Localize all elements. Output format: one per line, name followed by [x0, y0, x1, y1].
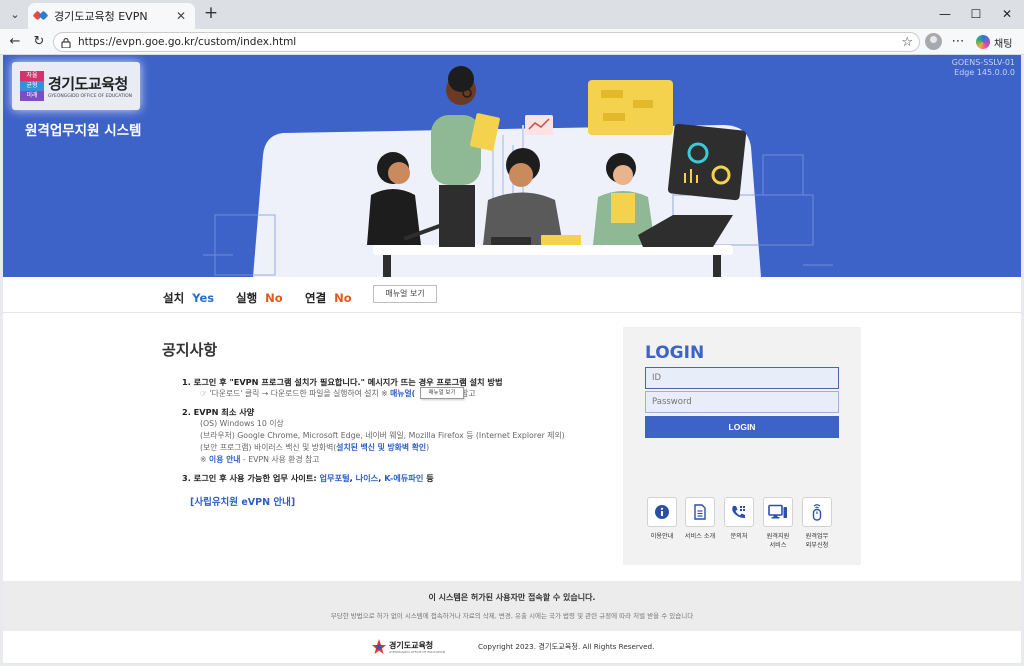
monitor-icon	[763, 497, 793, 527]
client-status-bar: 설치 Yes 실행 No 연결 No 매뉴얼 보기	[3, 277, 1021, 313]
copyright-text: Copyright 2023. 경기도교육청. All Rights Reser…	[478, 642, 655, 651]
site-info-lock-icon[interactable]	[60, 37, 71, 48]
manual-tooltip: 매뉴얼 보기	[420, 387, 464, 399]
tab-title: 경기도교육청 EVPN	[54, 10, 148, 23]
back-arrow-icon[interactable]: ←	[5, 32, 25, 52]
info-icon	[647, 497, 677, 527]
notice-item-1-detail: ☞ '다운로드' 클릭 → 다운로드한 파일을 실행하여 설치 ※ 매뉴얼(참고	[200, 389, 476, 398]
version-info: GOENS-SSLV-01 Edge 145.0.0.0	[951, 58, 1015, 77]
tab-close-icon[interactable]: ✕	[173, 9, 189, 23]
new-tab-plus-icon[interactable]: +	[201, 4, 221, 24]
quick-link-remote-support[interactable]: 원격지원 서비스	[760, 497, 796, 550]
copilot-chat-button[interactable]: 채팅	[972, 32, 1018, 52]
tab-list-chevron-icon[interactable]: ⌄	[4, 4, 26, 25]
notice-item-2-security: (보안 프로그램) 바이러스 백신 및 방화벽(설치된 백신 및 방화벽 확인)	[200, 443, 430, 452]
quick-link-remote-apply[interactable]: 원격업무 외부신청	[799, 497, 835, 550]
notice-title: 공지사항	[162, 341, 218, 359]
logo-subtitle: GYEONGGIDO OFFICE OF EDUCATION	[48, 94, 132, 99]
close-window-icon[interactable]: ✕	[992, 4, 1022, 24]
footer-emblem-icon	[372, 639, 386, 654]
login-panel: LOGIN LOGIN 이용안내 서비스 소개 문의처 원격지원 서	[623, 327, 861, 565]
quick-link-usage-guide[interactable]: 이용안내	[644, 497, 680, 541]
goe-logo[interactable]: 자율 균형 미래 경기도교육청 GYEONGGIDO OFFICE OF EDU…	[12, 62, 140, 110]
antivirus-check-link[interactable]: 설치된 백신 및 방화벽 확인	[336, 443, 426, 452]
neis-link[interactable]: 나이스	[356, 473, 379, 483]
usage-guide-link[interactable]: 이용 안내	[209, 455, 240, 464]
logo-name: 경기도교육청	[48, 75, 128, 93]
site-favicon-icon	[34, 9, 48, 23]
access-warning-detail: 부당한 방법으로 허가 없이 시스템에 접속하거나 자료의 삭제, 변경, 유출…	[330, 612, 694, 620]
browser-toolbar: ← ↻ https://evpn.goe.go.kr/custom/index.…	[0, 29, 1024, 55]
reload-icon[interactable]: ↻	[29, 32, 49, 52]
favorite-star-icon[interactable]: ☆	[901, 35, 913, 50]
copilot-label: 채팅	[994, 38, 1013, 50]
phone-icon	[724, 497, 754, 527]
access-warning: 이 시스템은 허가된 사용자만 접속할 수 있습니다. 부당한 방법으로 허가 …	[3, 581, 1021, 631]
copilot-icon	[976, 35, 990, 49]
web-page: 자율 균형 미래 경기도교육청 GYEONGGIDO OFFICE OF EDU…	[3, 55, 1021, 663]
password-input[interactable]	[645, 391, 839, 413]
login-title: LOGIN	[645, 343, 705, 363]
remote-device-icon	[802, 497, 832, 527]
notice-item-2: 2. EVPN 최소 사양	[182, 407, 255, 417]
run-status: 실행 No	[236, 291, 283, 305]
minimize-window-icon[interactable]: —	[930, 4, 960, 24]
more-menu-icon[interactable]: ⋯	[949, 32, 967, 52]
notice-section: 공지사항 1. 로그인 후 "EVPN 프로그램 설치가 필요합니다." 메시지…	[162, 339, 602, 509]
manual-link[interactable]: 매뉴얼(	[390, 389, 415, 398]
quick-link-contact[interactable]: 문의처	[721, 497, 757, 541]
private-kindergarten-evpn-link[interactable]: [사립유치원 eVPN 안내]	[190, 494, 295, 508]
k-edufine-link[interactable]: K-에듀파인	[384, 473, 423, 483]
manual-view-button[interactable]: 매뉴얼 보기	[373, 285, 437, 303]
connect-status: 연결 No	[305, 291, 352, 305]
browser-tab-bar: ⌄ 경기도교육청 EVPN ✕ + — ☐ ✕	[0, 0, 1024, 29]
id-input[interactable]	[645, 367, 839, 389]
install-status: 설치 Yes	[163, 291, 215, 305]
notice-item-2-os: (OS) Windows 10 이상	[200, 419, 284, 428]
page-footer: 경기도교육청 GYEONGGIDO OFFICE OF EDUCATION Co…	[3, 631, 1021, 663]
document-icon	[685, 497, 715, 527]
notice-item-2-guide: ※ 이용 안내 - EVPN 사용 환경 참고	[200, 455, 320, 464]
url-text[interactable]: https://evpn.goe.go.kr/custom/index.html	[78, 36, 901, 48]
maximize-window-icon[interactable]: ☐	[961, 4, 991, 24]
address-bar[interactable]: https://evpn.goe.go.kr/custom/index.html…	[53, 32, 920, 52]
browser-tab-active[interactable]: 경기도교육청 EVPN ✕	[28, 3, 195, 29]
notice-item-3: 3. 로그인 후 사용 가능한 업무 사이트: 업무포털, 나이스, K-에듀파…	[182, 473, 434, 483]
system-title: 원격업무지원 시스템	[25, 123, 142, 139]
quick-link-service-intro[interactable]: 서비스 소개	[682, 497, 718, 541]
access-warning-main: 이 시스템은 허가된 사용자만 접속할 수 있습니다.	[428, 593, 596, 602]
footer-goe-logo: 경기도교육청 GYEONGGIDO OFFICE OF EDUCATION	[371, 637, 451, 657]
goe-emblem-icon: 자율 균형 미래	[20, 71, 44, 101]
notice-item-1: 1. 로그인 후 "EVPN 프로그램 설치가 필요합니다." 메시지가 뜨는 …	[182, 377, 503, 387]
notice-item-2-browser: (브라우저) Google Chrome, Microsoft Edge, 네이…	[200, 431, 565, 440]
profile-avatar-icon[interactable]	[925, 33, 942, 50]
hero-banner: 자율 균형 미래 경기도교육청 GYEONGGIDO OFFICE OF EDU…	[3, 55, 1021, 277]
work-portal-link[interactable]: 업무포털	[320, 473, 350, 483]
login-button[interactable]: LOGIN	[645, 416, 839, 438]
team-meeting-illustration	[203, 66, 833, 277]
